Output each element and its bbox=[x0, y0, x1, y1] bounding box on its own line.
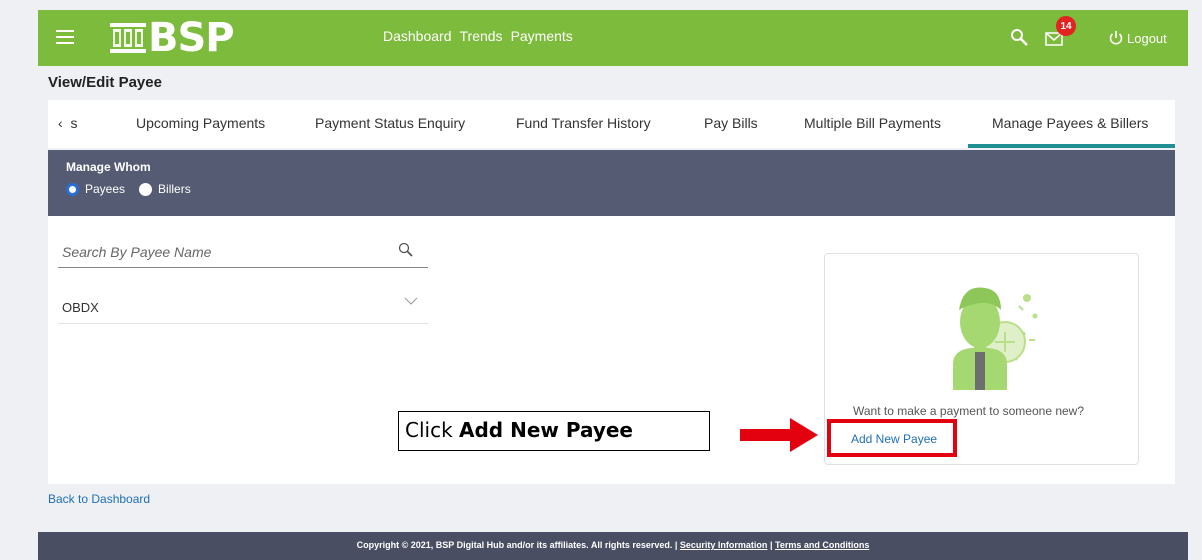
tab-partial-label: s bbox=[70, 115, 78, 131]
callout-bold-text: Add New Payee bbox=[459, 418, 633, 442]
security-information-link[interactable]: Security Information bbox=[680, 540, 768, 550]
radio-payees-label[interactable]: Payees bbox=[85, 182, 125, 196]
callout-prefix: Click bbox=[405, 418, 460, 442]
tab-fund-transfer-history[interactable]: Fund Transfer History bbox=[516, 115, 651, 131]
radio-payees[interactable] bbox=[66, 182, 79, 196]
page-title: View/Edit Payee bbox=[48, 74, 162, 91]
radio-billers[interactable] bbox=[139, 182, 153, 196]
payee-search bbox=[58, 238, 428, 268]
header-search-icon[interactable] bbox=[1010, 28, 1030, 48]
main-nav: Dashboard Trends Payments bbox=[383, 28, 573, 44]
nav-trends[interactable]: Trends bbox=[460, 28, 503, 44]
manage-whom-title: Manage Whom bbox=[66, 160, 151, 174]
radio-billers-label[interactable]: Billers bbox=[158, 182, 191, 196]
bsp-logo[interactable]: BSP bbox=[110, 15, 235, 61]
manage-whom-radio-group: Payees Billers bbox=[66, 182, 205, 196]
logout-label: Logout bbox=[1127, 30, 1167, 46]
bsp-logo-mark-icon bbox=[110, 21, 146, 55]
tab-pay-bills[interactable]: Pay Bills bbox=[704, 115, 758, 131]
tab-bar: ‹ s Upcoming Payments Payment Status Enq… bbox=[48, 100, 1175, 148]
chevron-left-icon: ‹ bbox=[58, 115, 63, 131]
footer-copyright: Copyright © 2021, BSP Digital Hub and/or… bbox=[356, 540, 678, 550]
logout-button[interactable]: Logout bbox=[1108, 30, 1167, 46]
back-to-dashboard-link[interactable]: Back to Dashboard bbox=[48, 492, 150, 506]
add-new-payee-link[interactable]: Add New Payee bbox=[851, 432, 937, 446]
new-payee-prompt: Want to make a payment to someone new? bbox=[853, 404, 1085, 418]
payee-name: OBDX bbox=[62, 300, 99, 315]
nav-payments[interactable]: Payments bbox=[511, 28, 573, 44]
tab-payment-status-enquiry[interactable]: Payment Status Enquiry bbox=[315, 115, 465, 131]
instruction-callout: Click Add New Payee bbox=[398, 411, 710, 451]
manage-whom-panel: Manage Whom Payees Billers bbox=[48, 150, 1175, 216]
tab-multiple-bill-payments[interactable]: Multiple Bill Payments bbox=[804, 115, 941, 131]
footer-separator: | bbox=[769, 540, 773, 550]
new-person-illustration-icon bbox=[925, 270, 1045, 390]
top-header: BSP Dashboard Trends Payments 14 Logout bbox=[38, 10, 1188, 66]
hamburger-menu-icon[interactable] bbox=[56, 30, 74, 44]
search-icon[interactable] bbox=[398, 242, 414, 258]
tab-upcoming-payments[interactable]: Upcoming Payments bbox=[136, 115, 265, 131]
nav-dashboard[interactable]: Dashboard bbox=[383, 28, 452, 44]
red-arrow-icon bbox=[740, 418, 818, 452]
tab-manage-payees-billers[interactable]: Manage Payees & Billers bbox=[992, 115, 1148, 131]
active-tab-indicator bbox=[968, 144, 1175, 148]
terms-conditions-link[interactable]: Terms and Conditions bbox=[775, 540, 869, 550]
footer: Copyright © 2021, BSP Digital Hub and/or… bbox=[38, 532, 1188, 560]
chevron-down-icon[interactable] bbox=[404, 296, 418, 306]
tab-scroll-prev[interactable]: ‹ s bbox=[58, 115, 77, 131]
payee-search-input[interactable] bbox=[58, 238, 378, 266]
power-icon bbox=[1109, 31, 1123, 45]
logo-text: BSP bbox=[148, 15, 235, 61]
notification-badge: 14 bbox=[1056, 16, 1076, 36]
add-payee-card: Want to make a payment to someone new? A… bbox=[824, 253, 1139, 465]
payee-list-item[interactable]: OBDX bbox=[58, 286, 428, 324]
